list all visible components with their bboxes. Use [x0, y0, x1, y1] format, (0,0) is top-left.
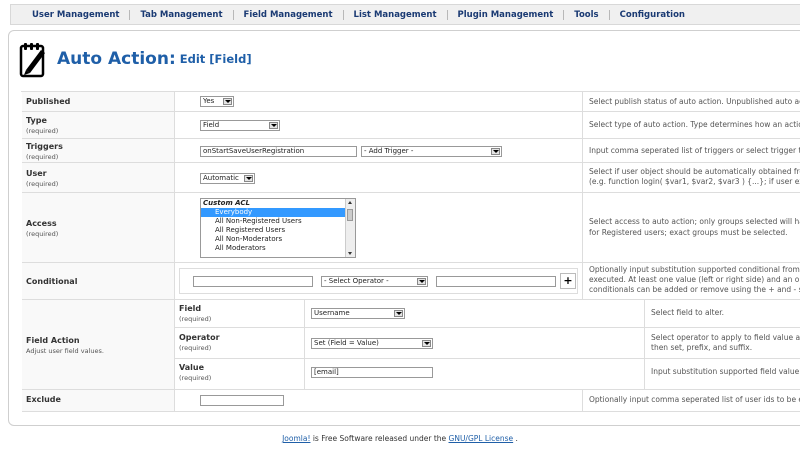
scroll-thumb[interactable] — [347, 209, 353, 221]
subrow-value: Value (required) [email] Input substitut… — [175, 359, 800, 390]
row-type: Type (required) Field Select type of aut… — [22, 112, 800, 139]
value-label: Value — [179, 363, 205, 372]
exclude-input[interactable] — [200, 395, 284, 406]
exclude-label: Exclude — [26, 395, 61, 404]
conditional-description-line1: Optionally input substitution supported … — [589, 265, 800, 274]
access-listbox[interactable]: Custom ACL Everybody All Non-Registered … — [200, 198, 356, 258]
access-option[interactable]: All Registered Users — [201, 226, 355, 235]
page-subtitle: Edit [Field] — [179, 52, 252, 66]
menu-list-management[interactable]: List Management — [344, 9, 448, 20]
footer: Joomla! is Free Software released under … — [0, 434, 800, 443]
operator-select[interactable]: Set (Field = Value) — [311, 338, 433, 349]
type-label: Type — [26, 116, 47, 125]
published-label: Published — [26, 97, 71, 106]
field-label: Field — [179, 304, 202, 313]
triggers-input[interactable]: onStartSaveUserRegistration — [200, 146, 357, 157]
access-option-everybody[interactable]: Everybody — [201, 208, 345, 217]
value-required: (required) — [179, 374, 212, 382]
conditional-description-line3: conditionals can be added or remove usin… — [589, 285, 800, 294]
conditional-description-line2: executed. At least one value (left or ri… — [589, 275, 800, 284]
page-header: Auto Action: Edit [Field] — [15, 40, 252, 78]
triggers-required: (required) — [26, 153, 59, 161]
row-field-action: Field Action Adjust user field values. F… — [22, 300, 800, 390]
user-required: (required) — [26, 180, 59, 188]
row-access: Access (required) Custom ACL Everybody A… — [22, 193, 800, 263]
access-description-line2: for Registered users; exact groups must … — [589, 228, 788, 237]
access-description-line1: Select access to auto action; only group… — [589, 217, 800, 226]
access-option[interactable]: All Non-Moderators — [201, 235, 355, 244]
top-menu: User Management Tab Management Field Man… — [10, 4, 800, 25]
operator-description-line1: Select operator to apply to field value … — [651, 333, 800, 342]
footer-end: . — [515, 434, 518, 443]
chevron-down-icon — [422, 340, 431, 347]
menu-configuration[interactable]: Configuration — [610, 10, 695, 20]
auto-action-form: Published Yes Select publish status of a… — [21, 91, 800, 412]
conditional-right-input[interactable] — [436, 276, 556, 287]
field-description: Select field to alter. — [651, 308, 725, 317]
menu-plugin-management[interactable]: Plugin Management — [448, 9, 565, 20]
chevron-down-icon — [269, 122, 278, 129]
field-select[interactable]: Username — [311, 308, 405, 319]
row-user: User (required) Automatic Select if user… — [22, 163, 800, 193]
field-action-subtable: Field (required) Username Select field t… — [175, 300, 800, 390]
menu-tools[interactable]: Tools — [564, 9, 610, 20]
add-conditional-button[interactable]: + — [560, 273, 576, 289]
type-select[interactable]: Field — [200, 120, 280, 131]
menu-user-management[interactable]: User Management — [11, 9, 131, 20]
conditional-left-input[interactable] — [193, 276, 313, 287]
menu-field-management[interactable]: Field Management — [234, 9, 344, 20]
operator-required: (required) — [179, 344, 212, 352]
published-select[interactable]: Yes — [200, 96, 234, 107]
value-input[interactable]: [email] — [311, 367, 433, 378]
footer-text: is Free Software released under the — [310, 434, 449, 443]
access-option[interactable]: All Non-Registered Users — [201, 217, 355, 226]
triggers-description: Input comma seperated list of triggers o… — [589, 146, 800, 155]
subrow-field: Field (required) Username Select field t… — [175, 300, 800, 328]
chevron-down-icon — [491, 148, 500, 155]
user-description-line1: Select if user object should be automati… — [589, 167, 800, 176]
type-description: Select type of auto action. Type determi… — [589, 120, 800, 129]
page-title: Auto Action: — [57, 49, 176, 69]
access-option-group: Custom ACL — [203, 199, 250, 207]
notepad-icon — [19, 43, 45, 78]
chevron-down-icon — [394, 310, 403, 317]
access-label: Access — [26, 219, 57, 228]
user-description-line2: (e.g. function login( $var1, $var2, $var… — [589, 177, 800, 186]
gpl-license-link[interactable]: GNU/GPL License — [449, 434, 514, 443]
access-scrollbar[interactable] — [345, 199, 355, 257]
operator-description-line2: then set, prefix, and suffix. — [651, 343, 753, 352]
access-option[interactable]: All Moderators — [201, 244, 355, 253]
triggers-label: Triggers — [26, 142, 63, 151]
add-trigger-select[interactable]: - Add Trigger - — [361, 146, 502, 157]
conditional-operator-select[interactable]: - Select Operator - — [321, 276, 428, 287]
field-required: (required) — [179, 315, 212, 323]
row-published: Published Yes Select publish status of a… — [22, 92, 800, 112]
operator-label: Operator — [179, 333, 220, 342]
chevron-down-icon — [417, 278, 426, 285]
exclude-description: Optionally input comma seperated list of… — [589, 395, 800, 404]
access-required: (required) — [26, 230, 59, 238]
user-select[interactable]: Automatic — [200, 173, 255, 184]
subrow-operator: Operator (required) Set (Field = Value) … — [175, 328, 800, 359]
conditional-label: Conditional — [26, 277, 78, 286]
row-exclude: Exclude Optionally input comma seperated… — [22, 390, 800, 412]
row-conditional: Conditional - Select Operator - + Option… — [22, 263, 800, 300]
joomla-link[interactable]: Joomla! — [282, 434, 310, 443]
chevron-down-icon — [244, 175, 253, 182]
chevron-down-icon — [223, 98, 232, 105]
menu-tab-management[interactable]: Tab Management — [130, 9, 234, 20]
field-action-sublabel: Adjust user field values. — [26, 347, 104, 355]
published-description: Select publish status of auto action. Un… — [589, 97, 800, 106]
value-description: Input substitution supported field value… — [651, 367, 800, 376]
field-action-label: Field Action — [26, 336, 80, 345]
conditional-box: - Select Operator - + — [179, 268, 578, 294]
user-label: User — [26, 169, 47, 178]
row-triggers: Triggers (required) onStartSaveUserRegis… — [22, 139, 800, 163]
type-required: (required) — [26, 127, 59, 135]
